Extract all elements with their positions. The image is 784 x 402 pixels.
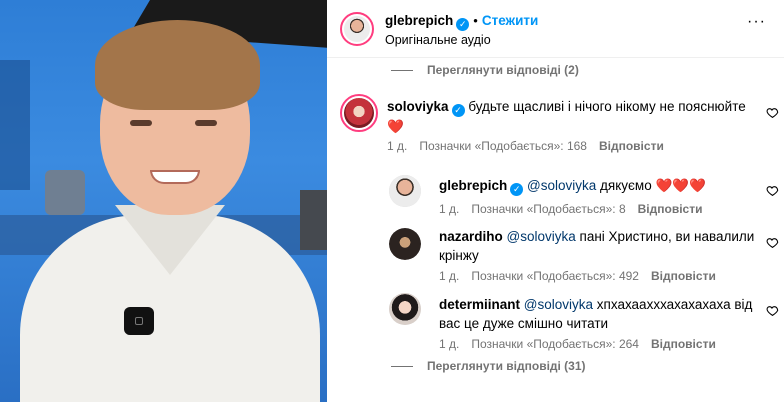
comment-body: soloviyka ✓ будьте щасливі і нічого ніком… (387, 97, 757, 136)
view-replies-top-label: Переглянути відповіді (2) (427, 63, 579, 77)
comment-username[interactable]: soloviyka (387, 99, 449, 114)
view-replies-bottom-label: Переглянути відповіді (31) (427, 359, 586, 373)
video-player[interactable] (0, 0, 327, 402)
reply-body: nazardiho @soloviyka пані Христино, ви н… (439, 227, 759, 265)
verified-badge-icon: ✓ (510, 183, 524, 196)
verified-badge-icon: ✓ (456, 18, 470, 31)
reply-text-line2: крінжу (439, 248, 479, 263)
person-mouth (150, 170, 200, 184)
comment-likes[interactable]: Позначки «Подобається»: 168 (419, 139, 587, 153)
comment-emoji: ❤️ (387, 119, 404, 134)
comment-text: будьте щасливі і нічого нікому не поясню… (468, 99, 746, 114)
reply-likes[interactable]: Позначки «Подобається»: 264 (471, 337, 639, 351)
heart-outline-icon[interactable] (766, 106, 779, 119)
reply-likes[interactable]: Позначки «Подобається»: 492 (471, 269, 639, 283)
reply-likes[interactable]: Позначки «Подобається»: 8 (471, 202, 625, 216)
reply-body: determiinant @soloviyka хпхахаахххахахах… (439, 295, 759, 333)
view-replies-bottom[interactable]: Переглянути відповіді (31) (391, 359, 586, 373)
verified-badge-icon: ✓ (451, 104, 465, 117)
reply-avatar[interactable] (389, 175, 421, 207)
reply-username[interactable]: glebrepich (439, 178, 507, 193)
person-eye-right (195, 120, 217, 126)
separator-dot: • (473, 13, 478, 28)
lapel-microphone (124, 307, 154, 335)
reply-body: glebrepich ✓ @soloviyka дякуємо ❤️❤️❤️ (439, 176, 759, 196)
view-replies-top[interactable]: Переглянути відповіді (2) (391, 63, 579, 77)
heart-outline-icon[interactable] (766, 304, 779, 317)
reply-time[interactable]: 1 д. (439, 202, 459, 216)
more-options-icon[interactable]: ··· (747, 13, 766, 31)
author-avatar[interactable] (340, 12, 374, 46)
reply-time[interactable]: 1 д. (439, 269, 459, 283)
reply-reply-button[interactable]: Відповісти (638, 202, 703, 216)
reply-mention[interactable]: @soloviyka (527, 178, 596, 193)
comment-meta: 1 д. Позначки «Подобається»: 168 Відповіст… (387, 139, 664, 153)
author-username[interactable]: glebrepich (385, 13, 453, 28)
reply-username[interactable]: determiinant (439, 297, 520, 312)
reply-avatar[interactable] (389, 228, 421, 260)
reply-time[interactable]: 1 д. (439, 337, 459, 351)
reply-username[interactable]: nazardiho (439, 229, 503, 244)
reply-text: дякуємо (600, 178, 652, 193)
heart-outline-icon[interactable] (766, 184, 779, 197)
heart-outline-icon[interactable] (766, 236, 779, 249)
person-eye-left (130, 120, 152, 126)
comment-reply-button[interactable]: Відповісти (599, 139, 664, 153)
reply-reply-button[interactable]: Відповісти (651, 337, 716, 351)
reply-text-line1: пані Христино, ви навалили (579, 229, 755, 244)
reply-meta: 1 д. Позначки «Подобається»: 8 Відповісти (439, 202, 702, 216)
post-header: glebrepich ✓ • Стежити Оригінальне аудіо ··… (327, 0, 784, 58)
reply-text-line2: вас це дуже смішно читати (439, 316, 609, 331)
comment-time[interactable]: 1 д. (387, 139, 407, 153)
background-shelf (0, 60, 30, 190)
audio-label[interactable]: Оригінальне аудіо (385, 33, 491, 47)
reply-mention[interactable]: @soloviyka (524, 297, 593, 312)
reply-avatar[interactable] (389, 293, 421, 325)
reply-meta: 1 д. Позначки «Подобається»: 492 Відповіст… (439, 269, 716, 283)
comment-avatar[interactable] (340, 94, 378, 132)
comments-panel: glebrepich ✓ • Стежити Оригінальне аудіо ··… (327, 0, 784, 402)
reply-emoji: ❤️❤️❤️ (655, 178, 706, 193)
reply-reply-button[interactable]: Відповісти (651, 269, 716, 283)
reply-text-line1: хпхахаахххахахахаха від (596, 297, 753, 312)
reply-meta: 1 д. Позначки «Подобається»: 264 Відповіст… (439, 337, 716, 351)
background-appliance (300, 190, 327, 250)
person-hair (95, 20, 260, 110)
background-kettle (45, 170, 85, 215)
reply-mention[interactable]: @soloviyka (507, 229, 576, 244)
follow-button[interactable]: Стежити (482, 13, 538, 28)
